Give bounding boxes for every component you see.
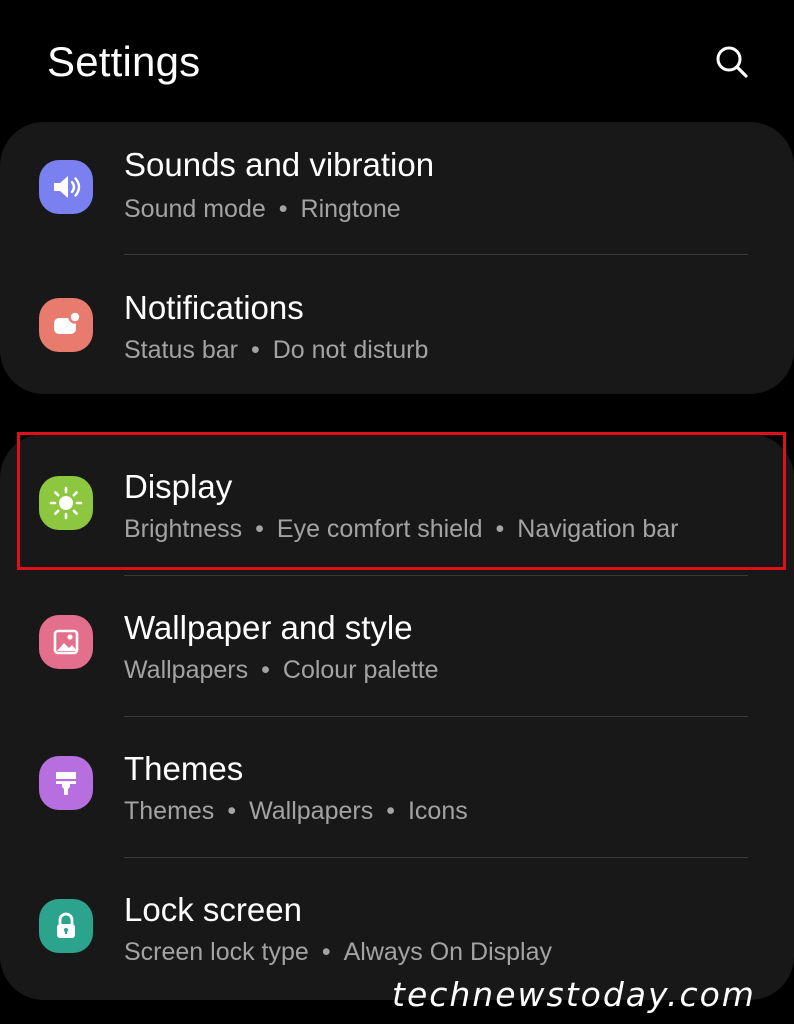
item-summary: Status bar • Do not disturb xyxy=(124,336,428,365)
item-label: Wallpaper and style xyxy=(124,609,413,646)
separator-dot: • xyxy=(261,656,270,684)
item-summary: Wallpapers • Colour palette xyxy=(124,656,439,685)
item-summary: Themes • Wallpapers • Icons xyxy=(124,797,468,826)
separator-dot: • xyxy=(495,515,505,543)
speaker-icon xyxy=(39,160,93,214)
watermark-text: technewstoday.com xyxy=(392,975,756,1014)
lock-icon xyxy=(39,899,93,953)
app-header: Settings xyxy=(0,0,794,122)
settings-item-display[interactable]: Display Brightness • Eye comfort shield • Na… xyxy=(0,434,794,575)
summary-part: Wallpapers xyxy=(249,797,374,825)
summary-part: Colour palette xyxy=(282,656,439,684)
settings-item-wallpaper-and-style[interactable]: Wallpaper and style Wallpapers • Colour pa… xyxy=(0,575,794,716)
separator-dot: • xyxy=(250,336,260,364)
summary-part: Always On Display xyxy=(343,938,552,966)
summary-part: Ringtone xyxy=(300,195,401,223)
summary-part: Screen lock type xyxy=(124,938,309,966)
notification-icon xyxy=(39,298,93,352)
item-summary: Screen lock type • Always On Display xyxy=(124,938,552,967)
separator-dot: • xyxy=(321,938,331,966)
image-icon xyxy=(39,615,93,669)
item-label: Display xyxy=(124,468,233,505)
settings-group-display-personalization: Display Brightness • Eye comfort shield • Na… xyxy=(0,434,794,1000)
search-icon xyxy=(716,46,748,78)
summary-part: Do not disturb xyxy=(272,336,429,364)
item-summary: Sound mode • Ringtone xyxy=(124,195,401,224)
settings-group-sound-notifications: Sounds and vibration Sound mode • Ringtone… xyxy=(0,122,794,394)
item-label: Lock screen xyxy=(124,891,302,928)
item-summary: Brightness • Eye comfort shield • Navigation… xyxy=(124,515,679,544)
item-label: Notifications xyxy=(124,289,304,326)
divider xyxy=(124,254,748,255)
summary-part: Sound mode xyxy=(124,195,266,223)
settings-item-notifications[interactable]: Notifications Status bar • Do not disturb xyxy=(0,258,794,394)
settings-item-themes[interactable]: Themes Themes • Wallpapers • Icons xyxy=(0,716,794,857)
separator-dot: • xyxy=(278,195,288,223)
summary-part: Themes xyxy=(124,797,215,825)
sun-icon xyxy=(39,476,93,530)
brush-icon xyxy=(39,756,93,810)
summary-part: Wallpapers xyxy=(124,656,249,684)
summary-part: Icons xyxy=(407,797,468,825)
page-title: Settings xyxy=(47,38,201,85)
item-label: Sounds and vibration xyxy=(124,146,435,183)
summary-part: Status bar xyxy=(124,336,238,364)
separator-dot: • xyxy=(386,797,395,825)
separator-dot: • xyxy=(227,797,237,825)
search-button[interactable] xyxy=(708,38,756,86)
item-label: Themes xyxy=(124,750,244,787)
summary-part: Brightness xyxy=(124,515,243,543)
summary-part: Navigation bar xyxy=(517,515,679,543)
settings-item-sounds-and-vibration[interactable]: Sounds and vibration Sound mode • Ringtone xyxy=(0,122,794,258)
separator-dot: • xyxy=(255,515,264,543)
summary-part: Eye comfort shield xyxy=(276,515,483,543)
